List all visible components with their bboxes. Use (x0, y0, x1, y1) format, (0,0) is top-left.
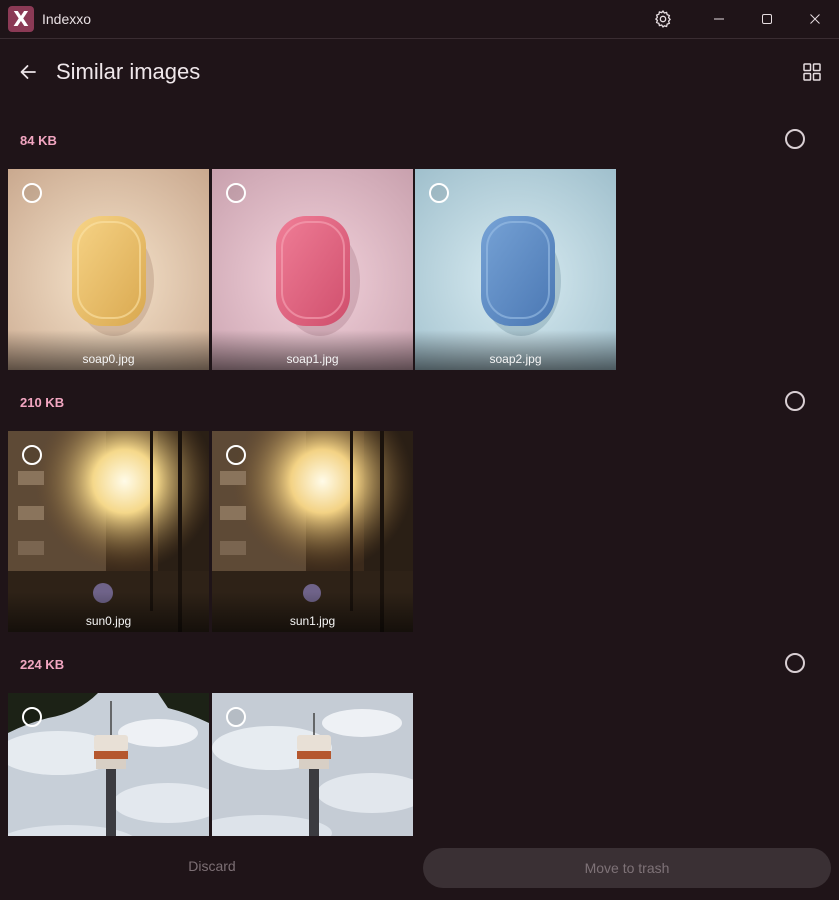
close-button[interactable] (792, 0, 838, 38)
duplicate-groups-list[interactable]: 84 KB soap0.jpg soap1.jpg soap2.jpg 210 … (0, 108, 839, 836)
maximize-icon (762, 14, 772, 24)
page-title: Similar images (56, 59, 201, 84)
title-bar: X Indexxo (0, 0, 839, 38)
tile-select-checkbox[interactable] (22, 445, 42, 465)
tile-select-checkbox[interactable] (226, 707, 246, 727)
image-tile[interactable] (8, 693, 209, 836)
group-header: 224 KB (0, 632, 839, 693)
file-name: sun1.jpg (289, 614, 336, 628)
app-logo-icon: X (8, 6, 34, 32)
close-icon (810, 14, 820, 24)
grid-view-button[interactable] (798, 58, 826, 86)
arrow-left-icon (20, 65, 36, 79)
file-name: sun0.jpg (85, 614, 132, 628)
image-tile[interactable]: sun1.jpg (212, 431, 413, 632)
group-header: 84 KB (0, 108, 839, 169)
discard-button[interactable]: Discard (150, 858, 274, 880)
group-header: 210 KB (0, 370, 839, 431)
image-tile[interactable]: soap0.jpg (8, 169, 209, 370)
tile-select-checkbox[interactable] (429, 183, 449, 203)
group-size-label: 210 KB (20, 395, 65, 410)
tile-select-checkbox[interactable] (22, 707, 42, 727)
minimize-button[interactable] (696, 0, 742, 38)
tile-select-checkbox[interactable] (226, 445, 246, 465)
group-size-label: 84 KB (20, 133, 57, 148)
settings-button[interactable] (640, 0, 686, 38)
grid-view-icon (803, 63, 821, 81)
tile-select-checkbox[interactable] (22, 183, 42, 203)
image-tile[interactable]: sun0.jpg (8, 431, 209, 632)
back-button[interactable] (14, 58, 42, 86)
image-group: 224 KB (0, 632, 839, 836)
image-group: 84 KB soap0.jpg soap1.jpg soap2.jpg (0, 108, 839, 370)
file-name: soap0.jpg (82, 352, 135, 366)
image-tile[interactable]: soap1.jpg (212, 169, 413, 370)
group-select-checkbox[interactable] (785, 129, 805, 149)
group-select-checkbox[interactable] (785, 391, 805, 411)
tile-select-checkbox[interactable] (226, 183, 246, 203)
image-tile[interactable]: soap2.jpg (415, 169, 616, 370)
file-name: soap1.jpg (286, 352, 339, 366)
action-bar: Discard Move to trash (0, 836, 839, 900)
image-group: 210 KB sun0.jpg sun1.jpg (0, 370, 839, 632)
title-bar-divider (0, 38, 839, 39)
group-size-label: 224 KB (20, 657, 65, 672)
app-window: X Indexxo Similar images 84 KB soap0.jpg… (0, 0, 839, 900)
gear-icon (654, 10, 671, 28)
move-to-trash-button[interactable]: Move to trash (423, 848, 831, 888)
maximize-button[interactable] (744, 0, 790, 38)
minimize-icon (714, 18, 724, 20)
file-name: soap2.jpg (489, 352, 542, 366)
group-select-checkbox[interactable] (785, 653, 805, 673)
image-tile[interactable] (212, 693, 413, 836)
app-title: Indexxo (42, 11, 92, 27)
